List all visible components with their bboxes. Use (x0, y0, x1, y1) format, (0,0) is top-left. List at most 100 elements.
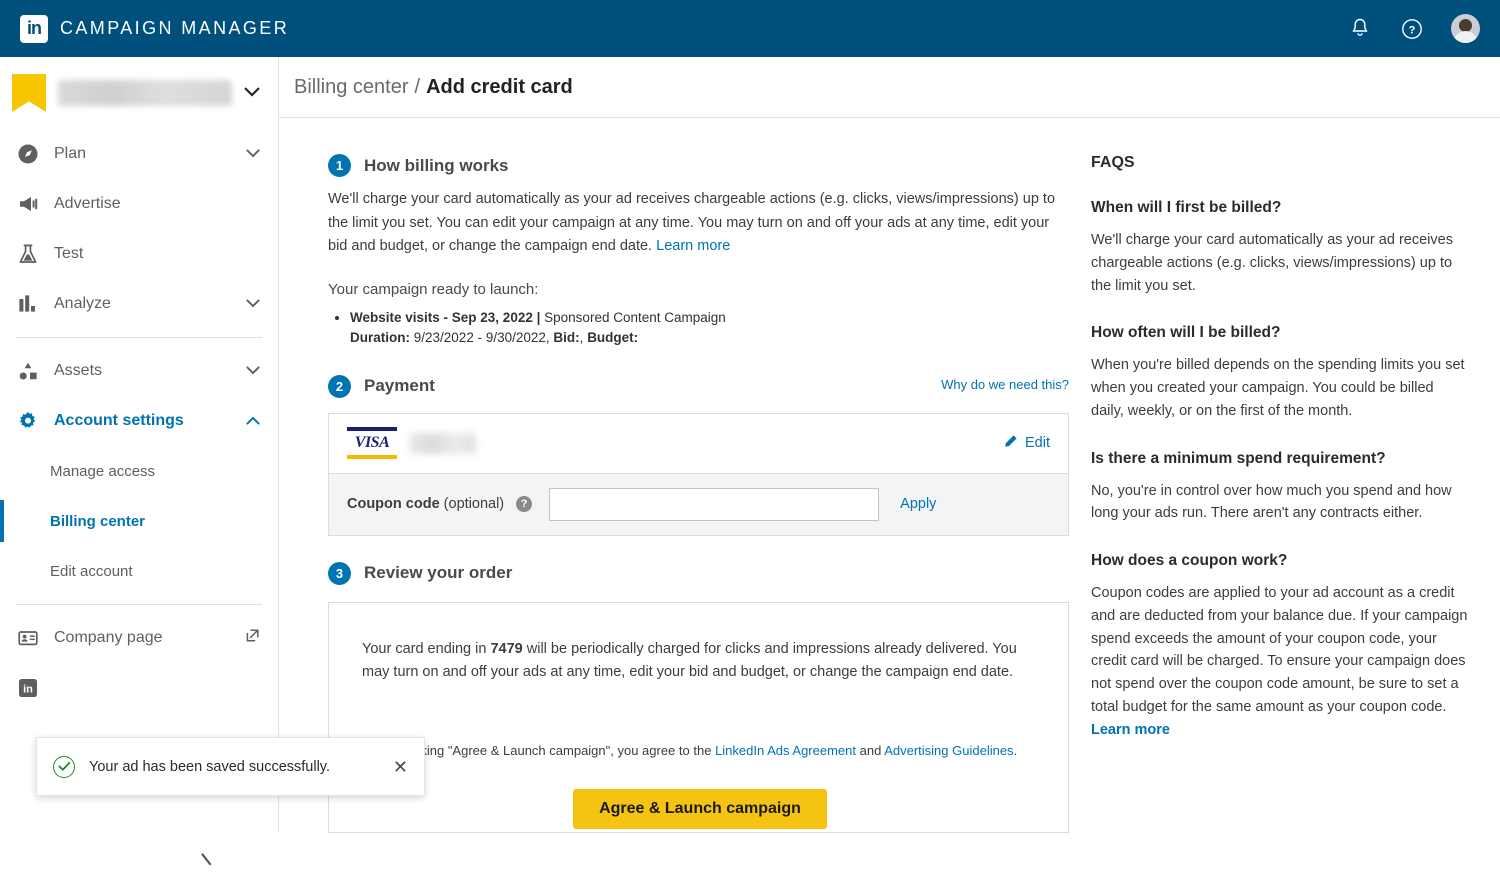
sidebar-subitem-label: Billing center (50, 512, 146, 530)
coupon-label: Coupon code (optional) ? (347, 496, 533, 513)
edit-card-button[interactable]: Edit (1003, 434, 1050, 453)
advertising-guidelines-link[interactable]: Advertising Guidelines (884, 743, 1013, 758)
visa-logo-icon: VISA (347, 427, 397, 460)
svg-text:?: ? (1409, 24, 1416, 36)
brand-logo[interactable]: in CAMPAIGN MANAGER (20, 14, 290, 43)
sidebar-divider-2 (16, 604, 262, 605)
success-toast: Your ad has been saved successfully. ✕ (36, 737, 425, 796)
chevron-down-icon (244, 84, 260, 102)
sidebar-item-test[interactable]: Test (0, 229, 278, 279)
coupon-code-input[interactable] (549, 487, 880, 521)
question-mark-icon[interactable]: ? (516, 496, 533, 513)
step-1-header: 1 How billing works (328, 154, 1069, 177)
sidebar-item-assets[interactable]: Assets (0, 346, 278, 396)
sidebar-subitem-label: Manage access (50, 462, 156, 480)
chevron-down-icon (246, 295, 260, 313)
top-bar-actions: ? (1347, 14, 1480, 43)
step-2-title: Payment (364, 376, 435, 396)
chevron-down-icon (246, 362, 260, 380)
sidebar-item-label: Company page (54, 629, 163, 646)
chevron-down-icon (246, 145, 260, 163)
account-name-blurred (58, 80, 232, 106)
agree-end-text: . (1013, 742, 1018, 758)
coupon-label-optional: (optional) (443, 496, 505, 513)
campaign-name: Website visits - Sep 23, 2022 (350, 309, 533, 325)
faq-question: How does a coupon work? (1091, 552, 1288, 569)
sidebar-item-analyze[interactable]: Analyze (0, 279, 278, 329)
coupon-label-bold: Coupon code (347, 496, 440, 513)
sidebar-subitem-manage-access[interactable]: Manage access (0, 446, 278, 496)
sidebar-item-account-settings[interactable]: Account settings (0, 396, 278, 446)
faq-answer: Coupon codes are applied to your ad acco… (1091, 582, 1469, 741)
faq-answer-text: Coupon codes are applied to your ad acco… (1091, 585, 1468, 715)
faq-learn-more-link[interactable]: Learn more (1091, 722, 1170, 738)
bid-value: , (579, 330, 584, 346)
edit-card-label: Edit (1025, 435, 1050, 452)
budget-label: Budget: (587, 330, 639, 346)
agree-pre-text: By clicking "Agree & Launch campaign", y… (382, 742, 716, 758)
faq-question: Is there a minimum spend requirement? (1091, 449, 1386, 467)
saved-card-row: VISA Edit (329, 413, 1068, 473)
sidebar-item-linkedin-home[interactable]: in (0, 663, 278, 713)
step-3-title: Review your order (364, 563, 513, 583)
faq-question: When will I first be billed? (1091, 199, 1282, 216)
sidebar-item-label: Test (54, 245, 84, 262)
account-switcher[interactable] (0, 57, 278, 129)
list-item: Website visits - Sep 23, 2022 | Sponsore… (350, 308, 1069, 349)
breadcrumb: Billing center / Add credit card (279, 57, 1500, 118)
breadcrumb-separator: / (414, 75, 421, 98)
compass-icon (16, 142, 40, 166)
sidebar-item-label: Advertise (54, 195, 121, 212)
agree-and-launch-campaign-button[interactable]: Agree & Launch campaign (573, 788, 827, 829)
why-do-we-need-this-link[interactable]: Why do we need this? (941, 377, 1069, 392)
question-circle-icon[interactable]: ? (1399, 16, 1425, 42)
sidebar-item-company-page[interactable]: Company page (0, 613, 278, 663)
linkedin-ads-agreement-link[interactable]: LinkedIn Ads Agreement (715, 743, 856, 758)
gear-icon (16, 409, 40, 433)
user-avatar[interactable] (1451, 14, 1480, 43)
svg-text:in: in (23, 684, 33, 696)
external-link-icon (245, 628, 260, 648)
review-pre-text: Your card ending in (362, 640, 491, 657)
pencil-icon (1003, 434, 1018, 453)
sidebar-subitem-label: Edit account (50, 562, 133, 580)
step-number-badge: 1 (328, 154, 351, 177)
card-number-blurred (409, 432, 476, 454)
launch-button-wrap: Agree & Launch campaign (362, 788, 1038, 829)
sidebar-item-label: Plan (54, 145, 87, 162)
bell-icon[interactable] (1347, 16, 1373, 42)
sidebar-item-plan[interactable]: Plan (0, 129, 278, 179)
sidebar-item-advertise[interactable]: Advertise (0, 179, 278, 229)
ready-to-launch-label: Your campaign ready to launch: (328, 280, 539, 298)
close-icon[interactable]: ✕ (393, 758, 408, 776)
learn-more-link[interactable]: Learn more (656, 238, 730, 254)
review-order-box: Your card ending in 7479 will be periodi… (328, 601, 1069, 833)
agree-mid-text: and (856, 742, 885, 758)
sidebar-subitem-edit-account[interactable]: Edit account (0, 546, 278, 596)
sidebar: Plan Advertise Test Analyze Assets Accou… (0, 57, 279, 866)
step-2-header: 2 Payment Why do we need this? (328, 374, 1069, 398)
card-last4: 7479 (490, 640, 523, 657)
main-content: Billing center / Add credit card 1 How b… (279, 57, 1500, 833)
page-title: Add credit card (426, 75, 573, 98)
terms-agreement-line: By clicking "Agree & Launch campaign", y… (362, 743, 1038, 758)
campaign-type: Sponsored Content Campaign (544, 309, 726, 325)
collapse-sidebar-icon[interactable] (200, 852, 216, 877)
toast-message: Your ad has been saved successfully. (89, 758, 331, 775)
sidebar-subitem-billing-center[interactable]: Billing center (0, 496, 278, 546)
faq-answer: We'll charge your card automatically as … (1091, 232, 1453, 294)
duration-value: 9/23/2022 - 9/30/2022, (413, 330, 550, 346)
brand-title: CAMPAIGN MANAGER (60, 18, 290, 38)
shapes-icon (16, 359, 40, 383)
sidebar-item-label: Assets (54, 362, 103, 379)
faq-section-title: FAQS (1091, 154, 1135, 171)
faq-column: FAQS When will I first be billed? We'll … (1069, 154, 1469, 833)
megaphone-icon (16, 192, 40, 216)
bar-chart-icon (16, 292, 40, 316)
duration-label: Duration: (350, 330, 410, 346)
breadcrumb-parent[interactable]: Billing center (294, 76, 409, 99)
apply-coupon-button[interactable]: Apply (900, 496, 936, 512)
linkedin-small-icon: in (16, 676, 40, 700)
faq-answer: When you're billed depends on the spendi… (1091, 357, 1465, 419)
campaign-meta: Duration: 9/23/2022 - 9/30/2022, Bid:, B… (350, 328, 1069, 348)
